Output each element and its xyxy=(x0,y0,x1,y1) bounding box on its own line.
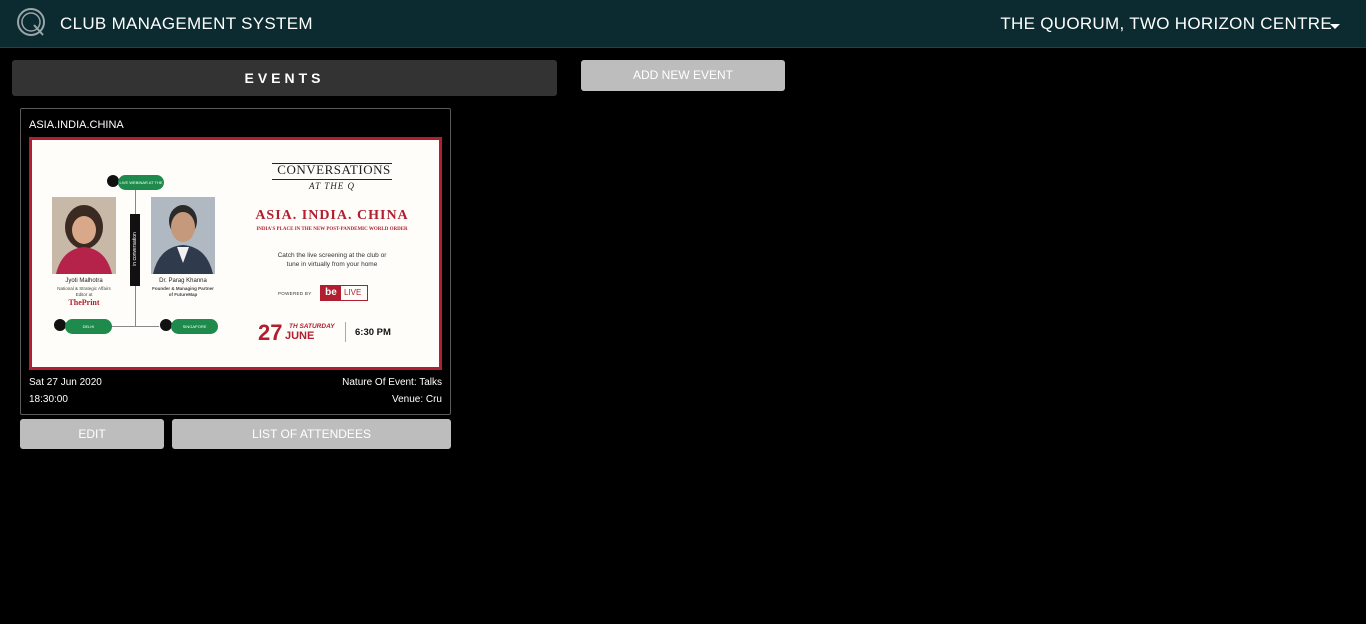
event-venue: Venue: Cru xyxy=(391,394,442,405)
event-time: 18:30:00 xyxy=(29,394,68,405)
poster-time: 6:30 PM xyxy=(355,327,391,338)
in-conversation-tag: in conversation xyxy=(130,214,140,286)
event-title: ASIA.INDIA.CHINA xyxy=(29,119,124,131)
title-rule xyxy=(272,179,392,180)
add-new-event-button[interactable]: ADD NEW EVENT xyxy=(581,60,785,91)
speaker1-org: ThePrint xyxy=(68,298,100,307)
events-section-header: EVENTS xyxy=(12,60,557,96)
poster-pill-top: LIVE WEBINAR AT THE QUORUM xyxy=(118,175,164,200)
event-card[interactable]: ASIA.INDIA.CHINA LIVE WEBINAR AT THE QUO… xyxy=(20,108,451,415)
caret-down-icon[interactable] xyxy=(1330,24,1340,29)
poster-divider xyxy=(345,322,346,342)
live-logo-text: LIVE xyxy=(344,288,362,297)
poster-month: JUNE xyxy=(285,330,315,342)
speaker1-photo xyxy=(52,197,116,274)
poster-pill-right: SINGAPORE xyxy=(171,319,218,334)
powered-by-label: POWERED BY xyxy=(278,291,312,296)
event-poster-image[interactable]: LIVE WEBINAR AT THE QUORUM in conversati… xyxy=(29,137,442,370)
app-title: CLUB MANAGEMENT SYSTEM xyxy=(60,14,313,33)
poster-day: 27 xyxy=(258,320,283,345)
speaker2-name: Dr. Parag Khanna xyxy=(159,278,207,284)
edit-button[interactable]: EDIT xyxy=(20,419,164,449)
poster-subheadline: INDIA'S PLACE IN THE NEW POST-PANDEMIC W… xyxy=(256,227,408,232)
poster-catch-line: Catch the live screening at the club or … xyxy=(247,251,417,269)
club-selector[interactable]: THE QUORUM, TWO HORIZON CENTRE xyxy=(1000,14,1332,34)
speaker2-photo xyxy=(151,197,215,274)
belive-logo: be LIVE xyxy=(320,285,368,301)
catch-line-2: tune in virtually from your home xyxy=(286,261,378,268)
speaker1-name: Jyoti Malhotra xyxy=(65,278,103,284)
event-nature: Nature Of Event: Talks xyxy=(342,377,442,388)
speaker2-role-2: of FutureMap xyxy=(168,292,198,297)
be-logo-text: be xyxy=(321,286,341,300)
q-logo-icon[interactable] xyxy=(16,7,46,37)
poster-headline: ASIA. INDIA. CHINA xyxy=(255,208,409,223)
poster-pill-left: DELHI xyxy=(65,319,112,334)
catch-line-1: Catch the live screening at the club or xyxy=(277,252,387,259)
top-bar: CLUB MANAGEMENT SYSTEM THE QUORUM, TWO H… xyxy=(0,0,1366,48)
poster-day-suffix: TH SATURDAY xyxy=(289,323,335,330)
event-date: Sat 27 Jun 2020 xyxy=(29,377,102,388)
list-of-attendees-button[interactable]: LIST OF ATTENDEES xyxy=(172,419,451,449)
series-title: CONVERSATIONS xyxy=(277,162,391,177)
series-subtitle: AT THE Q xyxy=(308,181,355,191)
vertical-text: in conversation xyxy=(132,232,138,266)
